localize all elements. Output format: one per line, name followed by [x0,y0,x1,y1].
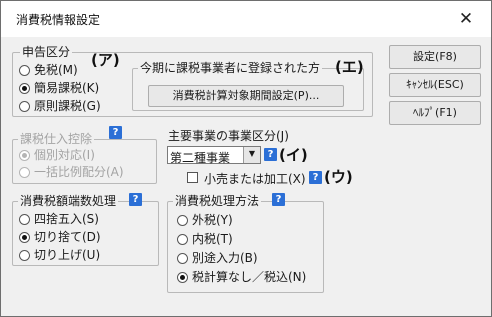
help-icon[interactable]: ? [309,171,322,184]
radio-button-icon[interactable] [19,213,30,225]
radio-button-icon[interactable] [19,64,30,76]
marker-a: (ア) [91,51,120,69]
radio-button-icon[interactable] [177,214,188,226]
tax-method-option-none[interactable]: 税計算なし／税込(N) [177,270,306,284]
radio-button-icon [19,149,30,161]
marker-i: (イ) [279,146,308,164]
deduction-option-proportional: 一括比例配分(A) [19,165,124,179]
rounding-legend: 消費税額端数処理 [18,194,119,208]
radio-label: 切り捨て(D) [34,230,101,244]
radio-label: 原則課税(G) [34,99,101,113]
help-button[interactable]: ﾍﾙﾌﾟ(F1) [389,101,481,125]
radio-label: 切り上げ(U) [34,248,101,262]
tax-method-option-inclusive[interactable]: 内税(T) [177,232,233,246]
marker-u: (ウ) [324,168,353,186]
radio-label: 内税(T) [192,232,233,246]
window-title: 消費税情報設定 [16,13,101,27]
radio-label: 個別対応(I) [34,148,95,162]
main-business-select[interactable]: 第二種事業 ▼ [167,146,261,165]
help-icon[interactable]: ? [264,148,277,161]
tax-period-setting-button[interactable]: 消費税計算対象期間設定(P)... [148,85,344,107]
filing-option-simplified[interactable]: 簡易課税(K) [19,81,99,95]
deduction-option-individual: 個別対応(I) [19,148,95,162]
retail-processing-checkbox[interactable] [187,172,198,183]
tax-method-option-separate[interactable]: 別途入力(B) [177,251,258,265]
help-icon[interactable]: ? [129,193,142,206]
input-deduction-legend: 課税仕入控除 [18,132,95,146]
chevron-down-icon[interactable]: ▼ [243,147,260,163]
registration-label: 今期に課税事業者に登録された方 [138,61,323,75]
radio-label: 別途入力(B) [192,251,258,265]
tax-method-legend: 消費税処理方法 [173,194,262,208]
radio-label: 一括比例配分(A) [34,165,124,179]
rounding-option-floor[interactable]: 切り捨て(D) [19,230,101,244]
radio-label: 税計算なし／税込(N) [192,270,307,284]
radio-label: 免税(M) [34,63,78,77]
rounding-option-round[interactable]: 四捨五入(S) [19,212,99,226]
retail-processing-label: 小売または加工(X) [204,172,306,186]
help-icon[interactable]: ? [272,193,285,206]
radio-button-icon[interactable] [19,82,30,94]
tax-method-option-exclusive[interactable]: 外税(Y) [177,213,233,227]
filing-option-standard[interactable]: 原則課税(G) [19,99,101,113]
close-icon[interactable]: ✕ [457,10,475,28]
ok-button[interactable]: 設定(F8) [389,45,481,69]
cancel-button[interactable]: ｷｬﾝｾﾙ(ESC) [389,73,481,97]
selected-value: 第二種事業 [170,151,231,165]
rounding-option-ceil[interactable]: 切り上げ(U) [19,248,100,262]
title-bar: 消費税情報設定 ✕ [1,1,491,37]
main-business-label: 主要事業の事業区分(J) [168,129,289,143]
radio-button-icon[interactable] [19,100,30,112]
radio-button-icon[interactable] [19,249,30,261]
radio-button-icon[interactable] [177,233,188,245]
radio-button-icon [19,166,30,178]
dialog-window: 消費税情報設定 ✕ 申告区分 (ア) 免税(M) 簡易課税(K) 原則課税(G)… [0,0,492,317]
radio-button-icon[interactable] [177,271,188,283]
help-icon[interactable]: ? [109,126,122,139]
radio-button-icon[interactable] [19,231,30,243]
radio-label: 四捨五入(S) [34,212,99,226]
filing-option-exempt[interactable]: 免税(M) [19,63,78,77]
radio-label: 外税(Y) [192,213,233,227]
filing-type-legend: 申告区分 [20,45,73,59]
marker-e: (エ) [335,58,364,76]
radio-button-icon[interactable] [177,252,188,264]
radio-label: 簡易課税(K) [34,81,100,95]
